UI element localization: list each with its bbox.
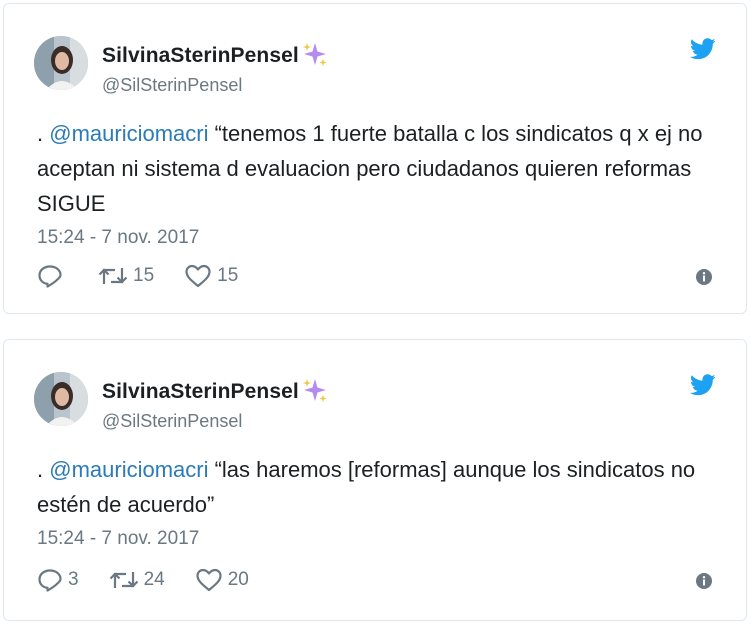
reply-icon	[38, 569, 62, 592]
retweet-icon	[109, 572, 138, 588]
retweet-count: 15	[133, 265, 155, 286]
avatar[interactable]	[34, 36, 88, 90]
retweet-count: 24	[143, 569, 165, 590]
reply-count: 3	[68, 569, 79, 590]
twitter-bird-icon[interactable]	[689, 374, 716, 401]
author-row: SilvinaSterinPensel	[102, 377, 328, 407]
tweet-text: . @mauriciomacri “tenemos 1 fuerte batal…	[37, 116, 727, 221]
reply-button[interactable]	[37, 264, 68, 288]
like-button[interactable]: 15	[184, 264, 238, 288]
like-count: 15	[217, 265, 239, 286]
timestamp[interactable]: 15:24 - 7 nov. 2017	[37, 528, 199, 550]
retweet-icon	[98, 268, 128, 284]
action-bar: 3 24 20	[37, 568, 279, 592]
author-name[interactable]: SilvinaSterinPensel	[102, 380, 299, 404]
action-bar: 15 15	[37, 264, 268, 288]
mention-link[interactable]: @mauriciomacri	[49, 457, 208, 482]
author-row: SilvinaSterinPensel	[102, 41, 328, 71]
tweet-card[interactable]: SilvinaSterinPensel @SilSterinPensel . @…	[3, 339, 747, 621]
retweet-button[interactable]: 15	[98, 264, 154, 288]
author-handle[interactable]: @SilSterinPensel	[102, 411, 242, 432]
retweet-button[interactable]: 24	[109, 568, 165, 592]
like-button[interactable]: 20	[195, 568, 249, 592]
heart-icon	[196, 568, 222, 592]
tweet-card[interactable]: SilvinaSterinPensel @SilSterinPensel . @…	[3, 3, 747, 314]
author-name[interactable]: SilvinaSterinPensel	[102, 44, 299, 68]
text-prefix: .	[37, 457, 50, 482]
reply-icon	[38, 265, 62, 288]
author-handle[interactable]: @SilSterinPensel	[102, 75, 242, 96]
text-prefix: .	[37, 121, 50, 146]
reply-button[interactable]: 3	[37, 568, 79, 592]
avatar[interactable]	[34, 372, 88, 426]
tweet-text: . @mauriciomacri “las haremos [reformas]…	[37, 452, 727, 522]
like-count: 20	[227, 569, 249, 590]
sparkles-icon	[302, 377, 328, 408]
info-icon[interactable]	[696, 269, 712, 290]
mention-link[interactable]: @mauriciomacri	[49, 121, 208, 146]
info-icon[interactable]	[696, 573, 712, 594]
twitter-bird-icon[interactable]	[689, 38, 716, 65]
heart-icon	[185, 264, 211, 288]
timestamp[interactable]: 15:24 - 7 nov. 2017	[37, 227, 199, 249]
sparkles-icon	[302, 41, 328, 72]
